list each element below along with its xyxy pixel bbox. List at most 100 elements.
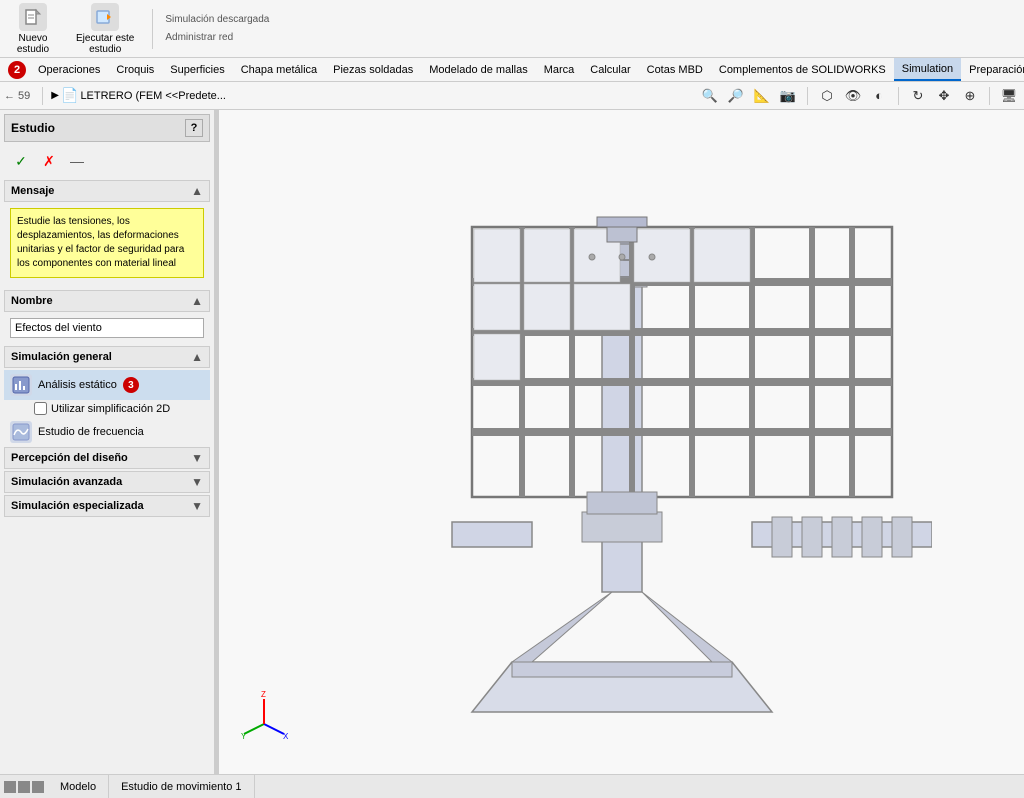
mensaje-section-header[interactable]: Mensaje ▲ bbox=[4, 180, 210, 202]
simulacion-general-content: Análisis estático 3 Utilizar simplificac… bbox=[4, 370, 210, 447]
property-panel: Estudio ? ✓ ✗ — Mensaje ▲ Estudie las te… bbox=[0, 110, 214, 774]
tab-modelo[interactable]: Modelo bbox=[48, 775, 109, 798]
mensaje-collapse-icon: ▲ bbox=[191, 184, 203, 198]
toolbar-sep-1 bbox=[152, 9, 153, 49]
simplificacion-2d-checkbox[interactable] bbox=[34, 402, 47, 415]
percepcion-section-header[interactable]: Percepción del diseño ▼ bbox=[4, 447, 210, 469]
analisis-estatico-label: Análisis estático bbox=[38, 379, 117, 391]
simulacion-avanzada-collapse-icon: ▼ bbox=[191, 475, 203, 489]
tab-nav-buttons bbox=[0, 775, 48, 798]
left-panel: Estudio ? ✓ ✗ — Mensaje ▲ Estudie las te… bbox=[0, 110, 215, 774]
menu-chapa-metalica[interactable]: Chapa metálica bbox=[233, 58, 325, 81]
toolbar-text-actions: Simulación descargada Administrar red bbox=[165, 13, 269, 45]
sec-sep2 bbox=[807, 87, 808, 105]
axis-indicator: Y X Z bbox=[239, 689, 289, 739]
menu-marca[interactable]: Marca bbox=[536, 58, 583, 81]
menu-preparacion[interactable]: Preparación del análisis bbox=[961, 58, 1024, 81]
tree-item-path: ▶ 📄 LETRERO (FEM <<Predete... bbox=[51, 87, 226, 104]
mensaje-section-content: Estudie las tensiones, los desplazamient… bbox=[4, 204, 210, 286]
percepcion-collapse-icon: ▼ bbox=[191, 451, 203, 465]
administrar-red-label: Administrar red bbox=[165, 31, 269, 45]
zoom-icon[interactable]: ⊕ bbox=[959, 85, 981, 107]
simulacion-general-section-header[interactable]: Simulación general ▲ bbox=[4, 346, 210, 368]
secondary-toolbar: ← 59 ▶ 📄 LETRERO (FEM <<Predete... 🔍 🔎 📐… bbox=[0, 82, 1024, 110]
sec-sep bbox=[42, 87, 43, 105]
tree-item-label: LETRERO (FEM <<Predete... bbox=[80, 90, 226, 102]
analisis-estatico-option[interactable]: Análisis estático 3 bbox=[4, 370, 210, 400]
estudio-frecuencia-label: Estudio de frecuencia bbox=[38, 426, 144, 438]
panel-title-label: Estudio bbox=[11, 121, 55, 135]
camera-icon[interactable]: 📷 bbox=[777, 85, 799, 107]
tree-icon: 📄 bbox=[61, 87, 78, 104]
menu-croquis[interactable]: Croquis bbox=[108, 58, 162, 81]
simulacion-especializada-section-header[interactable]: Simulación especializada ▼ bbox=[4, 495, 210, 517]
tab-modelo-label: Modelo bbox=[60, 781, 96, 793]
panel-title-bar: Estudio ? bbox=[4, 114, 210, 142]
simulacion-descargada-button[interactable]: Simulación descargada bbox=[165, 13, 269, 27]
menu-simulation[interactable]: Simulation bbox=[894, 58, 961, 81]
nuevo-estudio-icon bbox=[19, 3, 47, 31]
badge-3: 3 bbox=[123, 377, 139, 393]
nombre-section-content bbox=[4, 314, 210, 342]
simulacion-general-label: Simulación general bbox=[11, 351, 112, 363]
simplificacion-2d-label: Utilizar simplificación 2D bbox=[51, 403, 170, 415]
content-area: Estudio ? ✓ ✗ — Mensaje ▲ Estudie las te… bbox=[0, 110, 1024, 774]
panel-action-buttons: ✓ ✗ — bbox=[4, 146, 210, 176]
tab-scroll-left[interactable] bbox=[4, 781, 16, 793]
tab-estudio-label: Estudio de movimiento 1 bbox=[121, 781, 241, 793]
pan-icon[interactable]: ✥ bbox=[933, 85, 955, 107]
menu-operaciones[interactable]: Operaciones bbox=[30, 58, 108, 81]
model-container bbox=[229, 130, 1014, 744]
estudio-frecuencia-option[interactable]: Estudio de frecuencia bbox=[4, 417, 210, 447]
tab-menu[interactable] bbox=[32, 781, 44, 793]
confirm-button[interactable]: ✓ bbox=[10, 150, 32, 172]
main-viewport[interactable]: Y X Z bbox=[219, 110, 1024, 774]
3d-model-svg bbox=[312, 132, 932, 742]
mensaje-text-box: Estudie las tensiones, los desplazamient… bbox=[10, 208, 204, 278]
shading-icon[interactable]: ◐ bbox=[868, 85, 890, 107]
svg-text:Z: Z bbox=[261, 690, 266, 699]
cancel-button[interactable]: ✗ bbox=[38, 150, 60, 172]
help-button[interactable]: ? bbox=[185, 119, 203, 137]
axis-svg: Y X Z bbox=[239, 689, 289, 739]
menu-complementos[interactable]: Complementos de SOLIDWORKS bbox=[711, 58, 894, 81]
top-toolbar: Nuevo estudio Ejecutar este estudio Simu… bbox=[0, 0, 1024, 58]
menu-superficies[interactable]: Superficies bbox=[162, 58, 232, 81]
mensaje-section-label: Mensaje bbox=[11, 185, 54, 197]
simplificacion-2d-row: Utilizar simplificación 2D bbox=[4, 400, 210, 417]
administrar-red-button[interactable]: Administrar red bbox=[165, 31, 269, 45]
svg-text:Y: Y bbox=[241, 732, 247, 739]
search2-icon[interactable]: 🔎 bbox=[725, 85, 747, 107]
nombre-section-header[interactable]: Nombre ▲ bbox=[4, 290, 210, 312]
ejecutar-label: Ejecutar este estudio bbox=[76, 33, 134, 55]
minimize-button[interactable]: — bbox=[66, 150, 88, 172]
nombre-input[interactable] bbox=[10, 318, 204, 338]
search-icon[interactable]: 🔍 bbox=[699, 85, 721, 107]
ejecutar-estudio-button[interactable]: Ejecutar este estudio bbox=[70, 1, 140, 57]
frecuencia-icon bbox=[10, 421, 32, 443]
display-icon[interactable]: 🖥 bbox=[998, 85, 1020, 107]
menu-cotas-mbd[interactable]: Cotas MBD bbox=[639, 58, 711, 81]
percepcion-label: Percepción del diseño bbox=[11, 452, 128, 464]
tab-scroll-right[interactable] bbox=[18, 781, 30, 793]
select-icon[interactable]: 📐 bbox=[751, 85, 773, 107]
menu-item-badge2: 2 bbox=[0, 58, 30, 81]
view3d-icon[interactable]: ⬡ bbox=[816, 85, 838, 107]
tree-arrow: ▶ bbox=[51, 90, 59, 101]
simulacion-especializada-label: Simulación especializada bbox=[11, 500, 144, 512]
badge-2: 2 bbox=[8, 61, 26, 79]
view-options-icon[interactable]: 👁 bbox=[842, 85, 864, 107]
rotate-icon[interactable]: ↻ bbox=[907, 85, 929, 107]
tree-path-number: ← 59 bbox=[4, 90, 34, 102]
nuevo-estudio-label: Nuevo estudio bbox=[17, 33, 49, 55]
simulacion-descargada-label: Simulación descargada bbox=[165, 13, 269, 27]
tab-estudio-movimiento[interactable]: Estudio de movimiento 1 bbox=[109, 775, 254, 798]
ejecutar-icon bbox=[91, 3, 119, 31]
nuevo-estudio-button[interactable]: Nuevo estudio bbox=[8, 1, 58, 57]
menu-calcular[interactable]: Calcular bbox=[582, 58, 638, 81]
menu-modelado-mallas[interactable]: Modelado de mallas bbox=[421, 58, 535, 81]
svg-text:X: X bbox=[283, 732, 289, 739]
menu-piezas-soldadas[interactable]: Piezas soldadas bbox=[325, 58, 421, 81]
simulacion-avanzada-section-header[interactable]: Simulación avanzada ▼ bbox=[4, 471, 210, 493]
simulacion-general-collapse-icon: ▲ bbox=[191, 350, 203, 364]
